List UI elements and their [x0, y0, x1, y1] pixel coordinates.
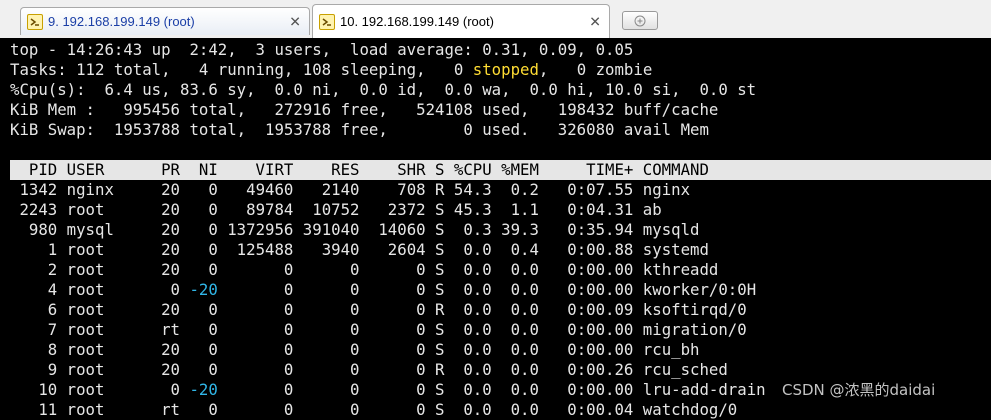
- terminal-icon: [319, 13, 335, 30]
- process-pid-user-pr: 1 root 20: [10, 240, 190, 259]
- process-row: 1342 nginx 20 0 49460 2140 708 R 54.3 0.…: [10, 180, 690, 200]
- process-pid-user-pr: 980 mysql 20: [10, 220, 190, 239]
- process-stats: 0 0 0 S 0.0 0.0 0:00.00 kthreadd: [217, 260, 719, 279]
- process-stats: 125488 3940 2604 S 0.0 0.4 0:00.88 syste…: [217, 240, 709, 259]
- process-pid-user-pr: 6 root 20: [10, 300, 190, 319]
- process-stats: 0 0 0 S 0.0 0.0 0:00.00 migration/0: [217, 320, 747, 339]
- process-row: 11 root rt 0 0 0 0 S 0.0 0.0 0:00.04 wat…: [10, 400, 737, 420]
- terminal-icon: [27, 13, 43, 30]
- process-stats: 0 0 0 R 0.0 0.0 0:00.09 ksoftirqd/0: [217, 300, 747, 319]
- process-stats: 0 0 0 R 0.0 0.0 0:00.26 rcu_sched: [217, 360, 728, 379]
- process-pid-user-pr: 8 root 20: [10, 340, 190, 359]
- close-icon[interactable]: ✕: [289, 13, 301, 30]
- process-nice: 0: [189, 400, 218, 419]
- process-pid-user-pr: 2 root 20: [10, 260, 190, 279]
- process-row: 10 root 0 -20 0 0 0 S 0.0 0.0 0:00.00 lr…: [10, 380, 766, 400]
- tasks-text: Tasks: 112 total, 4 running, 108 sleepin…: [10, 60, 473, 79]
- process-pid-user-pr: 10 root 0: [10, 380, 190, 399]
- process-nice: 0: [189, 240, 218, 259]
- process-row: 7 root rt 0 0 0 0 S 0.0 0.0 0:00.00 migr…: [10, 320, 747, 340]
- tab-session-10[interactable]: 10. 192.168.199.149 (root) ✕: [312, 4, 610, 38]
- process-row: 6 root 20 0 0 0 0 R 0.0 0.0 0:00.09 ksof…: [10, 300, 747, 320]
- process-stats: 0 0 0 S 0.0 0.0 0:00.00 kworker/0:0H: [217, 280, 757, 299]
- uptime-line: top - 14:26:43 up 2:42, 3 users, load av…: [10, 40, 634, 59]
- process-stats: 0 0 0 S 0.0 0.0 0:00.04 watchdog/0: [217, 400, 738, 419]
- process-stats: 0 0 0 S 0.0 0.0 0:00.00 rcu_bh: [217, 340, 700, 359]
- tab-label: 9. 192.168.199.149 (root): [48, 14, 195, 29]
- process-pid-user-pr: 2243 root 20: [10, 200, 190, 219]
- process-row: 4 root 0 -20 0 0 0 S 0.0 0.0 0:00.00 kwo…: [10, 280, 756, 300]
- process-nice: 0: [189, 360, 218, 379]
- tab-session-9[interactable]: 9. 192.168.199.149 (root) ✕: [20, 7, 310, 35]
- process-nice: 0: [189, 260, 218, 279]
- tab-label: 10. 192.168.199.149 (root): [340, 14, 494, 29]
- process-nice: 0: [189, 220, 218, 239]
- plus-icon: [634, 15, 646, 26]
- process-pid-user-pr: 1342 nginx 20: [10, 180, 190, 199]
- process-nice: -20: [189, 280, 218, 299]
- process-nice: 0: [189, 200, 218, 219]
- tab-bar: 9. 192.168.199.149 (root) ✕ 10. 192.168.…: [0, 0, 991, 39]
- process-nice: 0: [189, 300, 218, 319]
- process-pid-user-pr: 9 root 20: [10, 360, 190, 379]
- close-icon[interactable]: ✕: [589, 13, 601, 30]
- process-stats: 89784 10752 2372 S 45.3 1.1 0:04.31 ab: [217, 200, 662, 219]
- process-row: 2243 root 20 0 89784 10752 2372 S 45.3 1…: [10, 200, 662, 220]
- process-nice: 0: [189, 320, 218, 339]
- process-stats: 0 0 0 S 0.0 0.0 0:00.00 lru-add-drain: [217, 380, 766, 399]
- new-tab-button[interactable]: [622, 11, 658, 30]
- process-pid-user-pr: 11 root rt: [10, 400, 190, 419]
- stopped-label: stopped: [472, 60, 539, 79]
- process-nice: -20: [189, 380, 218, 399]
- terminal-screen[interactable]: top - 14:26:43 up 2:42, 3 users, load av…: [0, 38, 991, 419]
- process-pid-user-pr: 7 root rt: [10, 320, 190, 339]
- process-pid-user-pr: 4 root 0: [10, 280, 190, 299]
- process-nice: 0: [189, 340, 218, 359]
- process-row: 9 root 20 0 0 0 0 R 0.0 0.0 0:00.26 rcu_…: [10, 360, 728, 380]
- process-header-text: PID USER PR NI VIRT RES SHR S %CPU %MEM …: [10, 160, 709, 179]
- watermark: CSDN @浓黑的daidai: [782, 381, 936, 399]
- process-row: 980 mysql 20 0 1372956 391040 14060 S 0.…: [10, 220, 700, 240]
- mem-line: KiB Mem : 995456 total, 272916 free, 524…: [10, 100, 719, 119]
- process-nice: 0: [189, 180, 218, 199]
- process-stats: 1372956 391040 14060 S 0.3 39.3 0:35.94 …: [217, 220, 700, 239]
- process-row: 1 root 20 0 125488 3940 2604 S 0.0 0.4 0…: [10, 240, 709, 260]
- process-stats: 49460 2140 708 R 54.3 0.2 0:07.55 nginx: [217, 180, 691, 199]
- cpu-line: %Cpu(s): 6.4 us, 83.6 sy, 0.0 ni, 0.0 id…: [10, 80, 757, 99]
- swap-line: KiB Swap: 1953788 total, 1953788 free, 0…: [10, 120, 709, 139]
- process-row: 8 root 20 0 0 0 0 S 0.0 0.0 0:00.00 rcu_…: [10, 340, 700, 360]
- process-row: 2 root 20 0 0 0 0 S 0.0 0.0 0:00.00 kthr…: [10, 260, 719, 280]
- tasks-line: Tasks: 112 total, 4 running, 108 sleepin…: [10, 60, 652, 80]
- tasks-text-end: , 0 zombie: [538, 60, 653, 79]
